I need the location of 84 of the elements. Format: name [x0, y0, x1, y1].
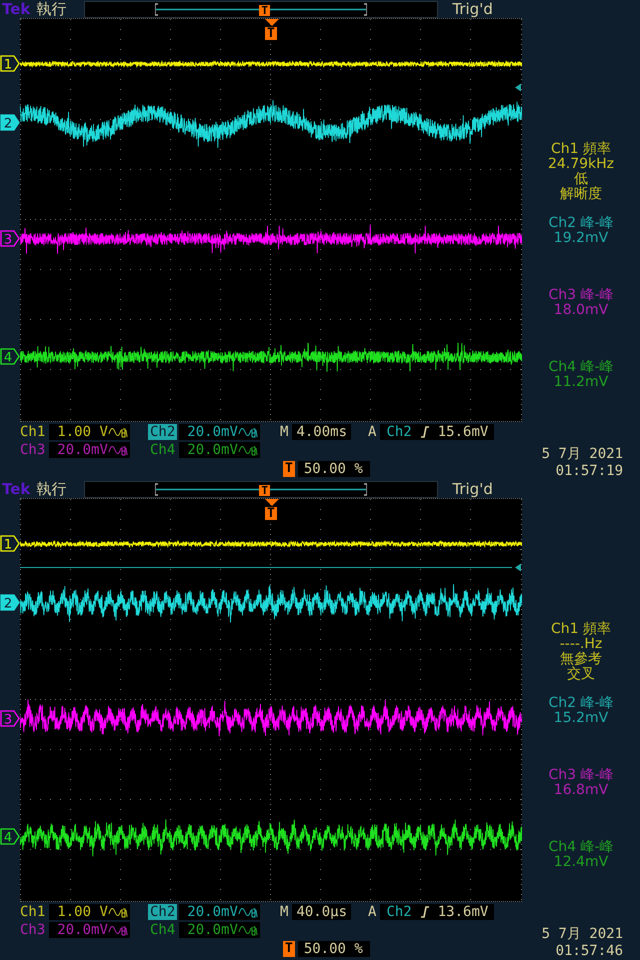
channel-label[interactable]: Ch1: [18, 424, 48, 440]
bandwidth-limit-icon: [238, 426, 258, 438]
channel-marker[interactable]: 3: [0, 230, 20, 247]
measurement-text: 12.4mV: [554, 855, 608, 870]
measurement-text: 低: [574, 172, 588, 187]
measurement-text: Ch1 頻率: [550, 142, 611, 157]
trigger-position-value: 50.00 %: [304, 461, 363, 477]
measurement-text: 解晰度: [560, 187, 602, 202]
timebase-value: 4.00ms: [296, 424, 348, 440]
rising-edge-icon: [420, 906, 430, 918]
channel-marker[interactable]: 3: [0, 710, 20, 727]
bandwidth-limit-icon: [238, 924, 258, 936]
date-text: 5 7月 2021: [542, 926, 623, 943]
bandwidth-limit-icon: [238, 444, 258, 456]
channel-marker[interactable]: 2: [0, 114, 20, 131]
measurement-text: 15.2mV: [554, 711, 608, 726]
measurement-text: Ch3 峰-峰: [548, 768, 614, 783]
scale-value: 20.0mV: [57, 922, 108, 938]
channel-marker[interactable]: 2: [0, 594, 20, 611]
trigger-status: Trig'd: [452, 480, 493, 498]
measurement-text: 18.0mV: [554, 303, 608, 318]
bandwidth-limit-icon: [238, 906, 258, 918]
trigger-mode-label: A: [367, 424, 378, 440]
measurement-text: 19.2mV: [554, 231, 608, 246]
bandwidth-limit-icon: [108, 426, 128, 438]
view-window-icon: [155, 2, 368, 16]
run-state: 執行: [36, 480, 66, 498]
channel-marker[interactable]: 1: [0, 535, 20, 552]
trigger-mode-label: A: [367, 904, 378, 920]
scale-value: 20.0mV: [187, 904, 238, 920]
brand-logo: Tek: [2, 480, 30, 498]
trigger-status: Trig'd: [452, 0, 493, 18]
measurement-text: 交叉: [567, 667, 595, 682]
measurement-text: Ch4 峰-峰: [548, 360, 614, 375]
time-text: 01:57:19: [556, 463, 623, 480]
trigger-threshold: 13.6mV: [438, 904, 488, 920]
brand-logo: Tek: [2, 0, 30, 18]
trigger-marker: T: [259, 4, 270, 16]
bandwidth-limit-icon: [108, 924, 128, 936]
measurement-text: 24.79kHz: [548, 157, 614, 172]
scale-value: 20.0mV: [187, 442, 238, 458]
scale-value: 20.0mV: [187, 922, 238, 938]
scale-value: 1.00 V: [57, 904, 108, 920]
view-window-icon: [155, 482, 368, 496]
timebase-label: M: [279, 904, 290, 920]
bandwidth-limit-icon: [108, 906, 128, 918]
channel-label[interactable]: Ch4: [148, 922, 178, 938]
channel-marker[interactable]: 1: [0, 55, 20, 72]
measurement-text: 11.2mV: [554, 375, 608, 390]
trigger-source: Ch2: [386, 424, 412, 440]
measurement-text: Ch2 峰-峰: [548, 216, 614, 231]
trigger-level-icon: [515, 84, 521, 92]
measurement-text: Ch4 峰-峰: [548, 840, 614, 855]
date-text: 5 7月 2021: [542, 446, 623, 463]
measurement-text: Ch1 頻率: [550, 622, 611, 637]
run-state: 執行: [36, 0, 66, 18]
bandwidth-limit-icon: [108, 444, 128, 456]
trigger-position-value: 50.00 %: [304, 941, 363, 957]
time-text: 01:57:46: [556, 943, 623, 960]
measurement-text: 無參考: [560, 652, 602, 667]
channel-marker[interactable]: 4: [0, 828, 20, 845]
scale-value: 20.0mV: [57, 442, 108, 458]
channel-label[interactable]: Ch2: [148, 904, 178, 920]
trigger-marker: T: [283, 941, 295, 957]
trigger-source: Ch2: [386, 904, 412, 920]
trigger-threshold: 15.6mV: [438, 424, 488, 440]
measurement-text: 16.8mV: [554, 783, 608, 798]
channel-marker[interactable]: 4: [0, 348, 20, 365]
rising-edge-icon: [420, 426, 430, 438]
scale-value: 20.0mV: [187, 424, 238, 440]
trigger-marker: T: [259, 484, 270, 496]
measurement-text: Ch2 峰-峰: [548, 696, 614, 711]
trigger-marker: T: [265, 507, 277, 520]
trigger-marker: T: [265, 27, 277, 40]
channel-label[interactable]: Ch4: [148, 442, 178, 458]
measurement-text: Ch3 峰-峰: [548, 288, 614, 303]
channel-label[interactable]: Ch2: [148, 424, 178, 440]
channel-label[interactable]: Ch1: [18, 904, 48, 920]
measurement-text: ----.Hz: [560, 637, 602, 652]
trigger-level-icon: [515, 564, 521, 572]
timebase-value: 40.0µs: [296, 904, 348, 920]
timebase-label: M: [279, 424, 290, 440]
trigger-marker: T: [283, 461, 295, 477]
scale-value: 1.00 V: [57, 424, 108, 440]
